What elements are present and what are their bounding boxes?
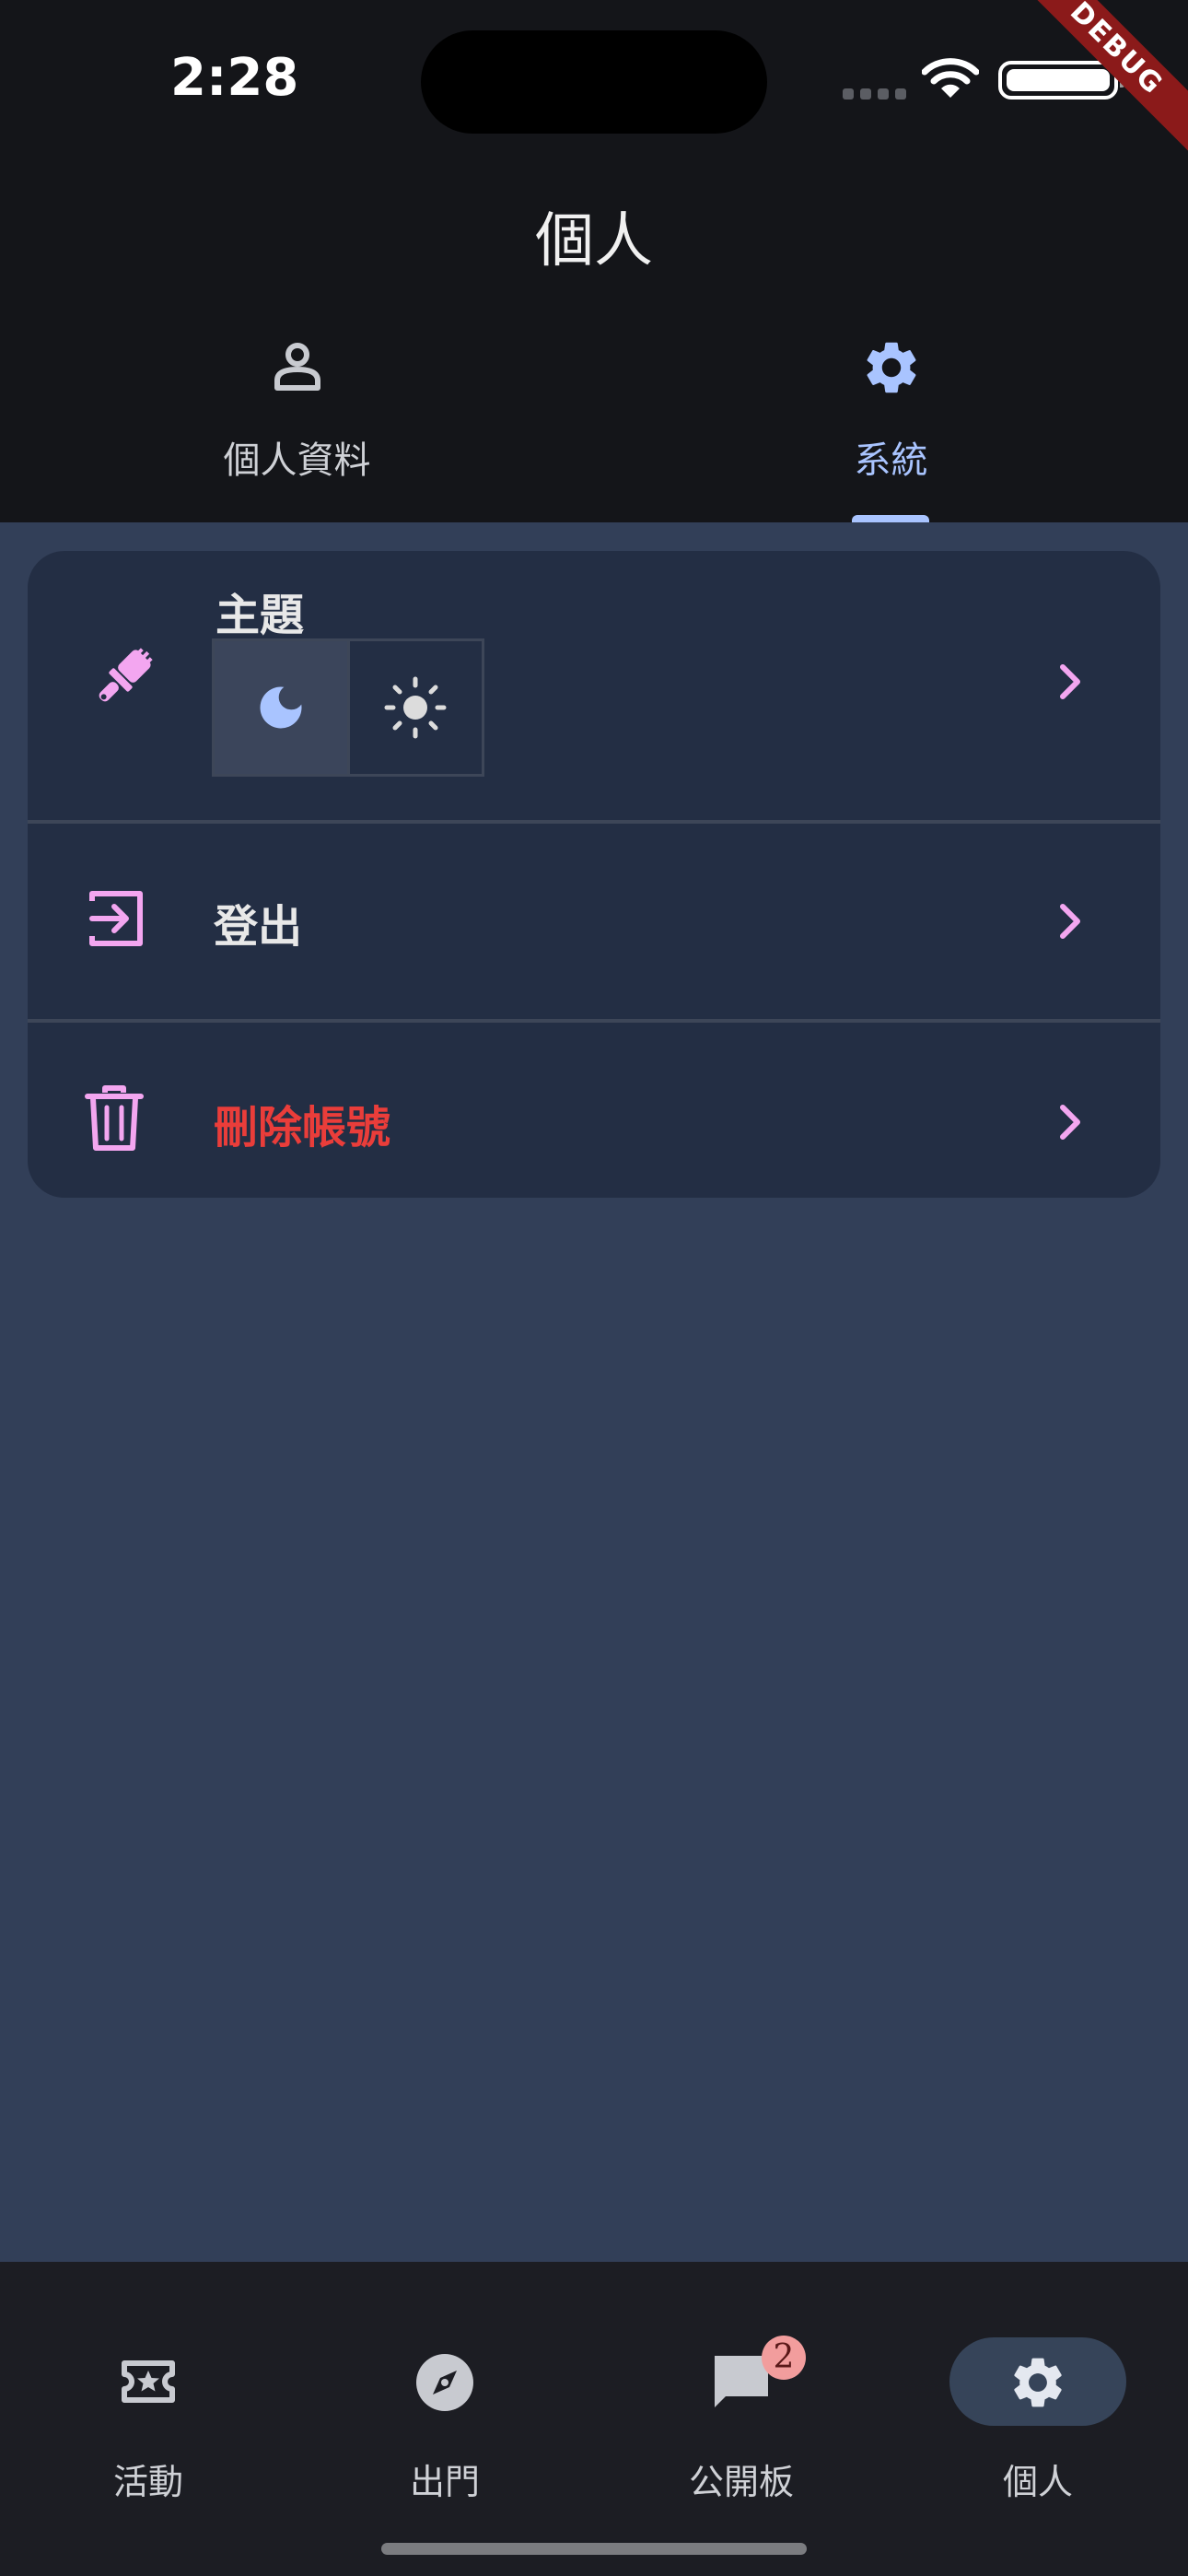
status-time: 2:28 — [170, 48, 299, 108]
theme-row[interactable]: 主題 — [28, 551, 1160, 820]
nav-item-board[interactable]: 2 公開板 — [593, 2299, 890, 2502]
logout-icon — [85, 886, 149, 954]
app-bar: 個人 個人資料 系統 — [0, 157, 1188, 522]
home-indicator — [381, 2543, 807, 2555]
trash-icon — [85, 1085, 144, 1155]
nav-item-outing[interactable]: 出門 — [297, 2299, 593, 2502]
delete-account-label: 刪除帳號 — [214, 1102, 391, 1153]
ticket-star-icon — [119, 2352, 178, 2415]
tab-indicator — [852, 515, 929, 522]
delete-account-row[interactable]: 刪除帳號 — [28, 1023, 1160, 1198]
delete-account-chevron-icon — [1055, 1100, 1085, 1148]
logout-chevron-icon — [1055, 899, 1085, 947]
tab-profile-label: 個人資料 — [223, 439, 371, 482]
compass-icon — [414, 2352, 475, 2417]
tab-system-label: 系統 — [854, 439, 928, 482]
tab-system[interactable]: 系統 — [594, 336, 1188, 522]
dynamic-island — [421, 30, 767, 134]
nav-label-profile: 個人 — [1002, 2462, 1073, 2502]
notification-badge: 2 — [762, 2336, 806, 2380]
nav-label-board: 公開板 — [688, 2462, 794, 2502]
status-bar: 2:28 DEBUG — [0, 0, 1188, 162]
light-theme-option[interactable] — [350, 641, 483, 774]
theme-toggle — [212, 638, 484, 777]
wifi-icon — [921, 57, 980, 103]
gear-icon — [860, 336, 923, 403]
dark-theme-option[interactable] — [215, 641, 350, 774]
moon-icon — [260, 686, 302, 729]
paintbrush-icon — [85, 643, 157, 720]
nav-item-profile[interactable]: 個人 — [890, 2299, 1186, 2502]
gear-icon — [1007, 2352, 1068, 2417]
nav-label-events: 活動 — [112, 2462, 183, 2502]
cellular-signal-icon — [843, 86, 913, 103]
nav-label-outing: 出門 — [409, 2462, 480, 2502]
page-title: 個人 — [535, 207, 653, 275]
theme-chevron-icon — [1055, 660, 1085, 708]
bottom-navigation: 活動 出門 2 公開板 個人 — [0, 2262, 1188, 2576]
battery-icon — [998, 61, 1125, 100]
person-outline-icon — [268, 336, 327, 399]
logout-label: 登出 — [214, 901, 303, 953]
theme-label: 主題 — [215, 590, 305, 641]
tab-profile[interactable]: 個人資料 — [0, 336, 594, 522]
settings-card: 主題 登出 刪除帳號 — [28, 551, 1160, 1198]
logout-row[interactable]: 登出 — [28, 824, 1160, 1019]
nav-item-events[interactable]: 活動 — [0, 2299, 297, 2502]
sun-icon — [384, 676, 447, 739]
